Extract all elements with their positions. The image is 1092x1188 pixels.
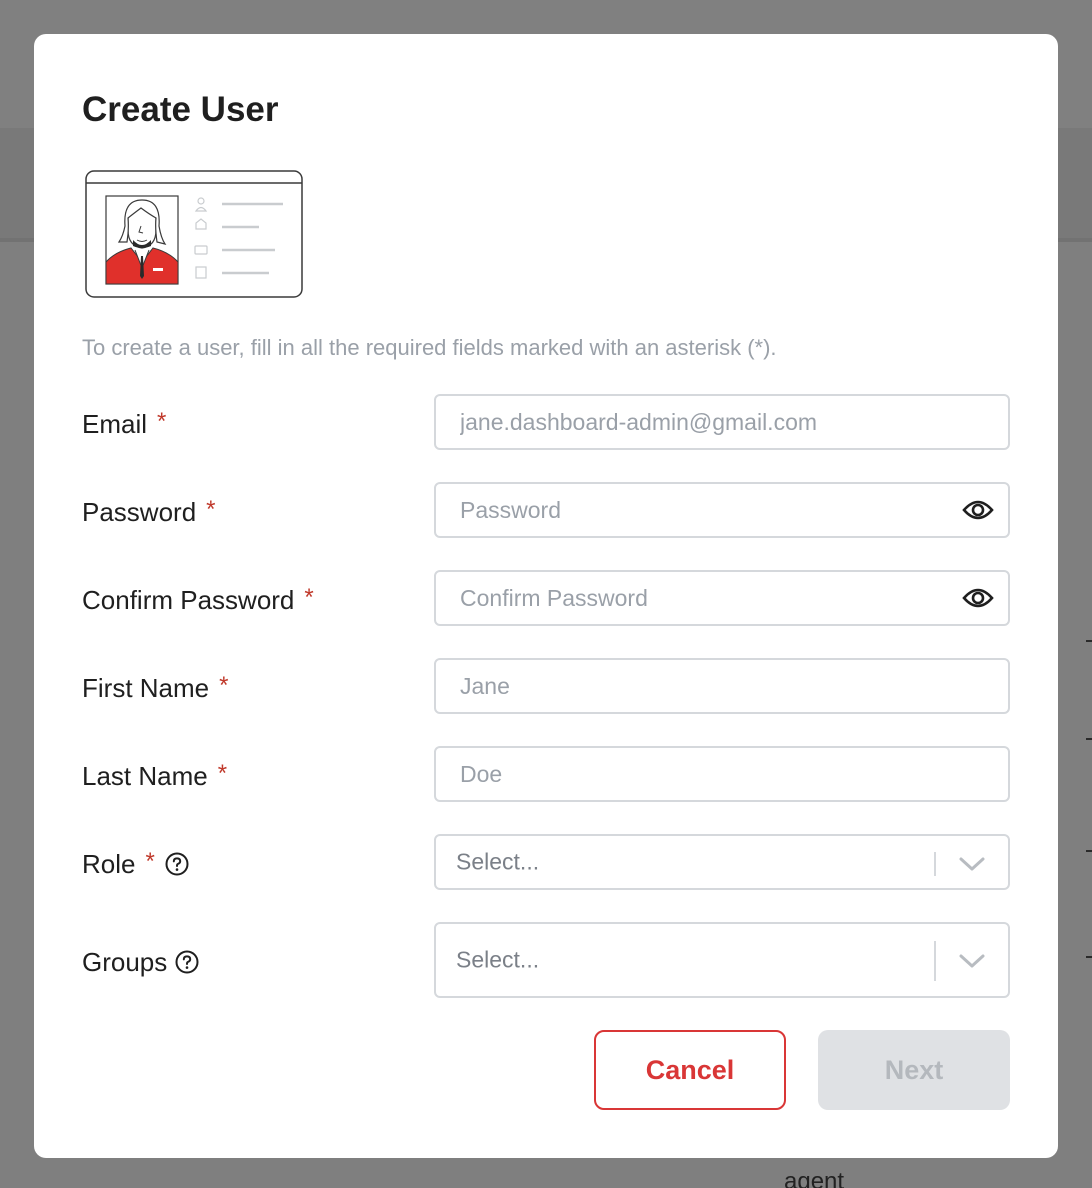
- last-name-field[interactable]: [434, 746, 1010, 802]
- email-input[interactable]: [436, 396, 1008, 448]
- modal-title: Create User: [82, 90, 279, 129]
- role-label: Role *: [82, 848, 189, 879]
- required-asterisk: *: [217, 760, 228, 787]
- help-icon[interactable]: [165, 852, 189, 876]
- groups-select[interactable]: Select...: [434, 922, 1010, 998]
- background-edge-marks: [1086, 640, 1092, 960]
- email-label-text: Email: [82, 409, 148, 439]
- first-name-input[interactable]: [436, 660, 1008, 712]
- confirm-password-label-text: Confirm Password: [82, 585, 295, 615]
- first-name-field[interactable]: [434, 658, 1010, 714]
- chevron-down-icon[interactable]: [958, 855, 986, 873]
- groups-label-text: Groups: [82, 947, 168, 977]
- password-label-text: Password: [82, 497, 197, 527]
- select-divider: [934, 852, 936, 876]
- first-name-label: First Name *: [82, 672, 229, 703]
- eye-icon[interactable]: [962, 496, 994, 524]
- id-card-illustration: [85, 170, 303, 298]
- help-icon[interactable]: [175, 950, 199, 974]
- email-field[interactable]: [434, 394, 1010, 450]
- next-button[interactable]: Next: [818, 1030, 1010, 1110]
- cancel-button[interactable]: Cancel: [594, 1030, 786, 1110]
- create-user-modal: Create User To create a user, fill in al…: [34, 34, 1058, 1158]
- password-label: Password *: [82, 496, 216, 527]
- required-asterisk: *: [157, 408, 167, 435]
- role-select-value: Select...: [456, 848, 540, 875]
- email-label: Email *: [82, 408, 167, 439]
- chevron-down-icon[interactable]: [958, 952, 986, 970]
- confirm-password-input[interactable]: [436, 572, 1008, 624]
- required-asterisk: *: [145, 848, 155, 875]
- required-asterisk: *: [304, 584, 314, 611]
- intro-text: To create a user, fill in all the requir…: [82, 335, 777, 360]
- groups-select-value: Select...: [456, 946, 540, 973]
- role-select[interactable]: Select...: [434, 834, 1010, 890]
- role-label-text: Role: [82, 849, 136, 879]
- groups-label: Groups: [82, 947, 199, 977]
- confirm-password-field[interactable]: [434, 570, 1010, 626]
- first-name-label-text: First Name: [82, 673, 210, 703]
- required-asterisk: *: [219, 672, 229, 699]
- password-field[interactable]: [434, 482, 1010, 538]
- background-partial-text: agent: [784, 1168, 845, 1188]
- password-input[interactable]: [436, 484, 1008, 536]
- select-divider: [934, 941, 936, 981]
- confirm-password-label: Confirm Password *: [82, 584, 314, 615]
- last-name-label-text: Last Name: [82, 761, 208, 791]
- last-name-input[interactable]: [436, 748, 1008, 800]
- required-asterisk: *: [206, 496, 216, 523]
- eye-icon[interactable]: [962, 584, 994, 612]
- last-name-label: Last Name *: [82, 760, 228, 791]
